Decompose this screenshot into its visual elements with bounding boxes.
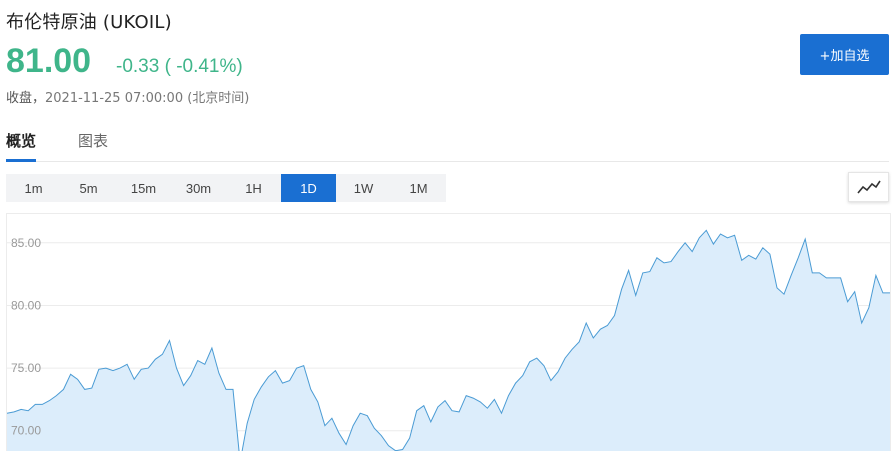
status-label: 收盘， [6, 91, 46, 106]
period-selector: 1m 5m 15m 30m 1H 1D 1W 1M [6, 174, 446, 202]
instrument-title: 布伦特原油 (UKOIL) [6, 12, 172, 33]
price-area [7, 230, 890, 451]
line-chart-icon [856, 180, 881, 194]
price-chart-svg: 85.00 80.00 75.00 70.00 [7, 229, 890, 451]
tab-bar: 概览 图表 [6, 130, 889, 162]
period-30m[interactable]: 30m [171, 174, 226, 202]
last-price: 81.00 [6, 42, 92, 80]
y-tick-label: 80.00 [11, 298, 41, 312]
y-tick-label: 85.00 [11, 236, 41, 250]
period-1d[interactable]: 1D [281, 174, 336, 202]
chart-type-button[interactable] [848, 172, 889, 202]
tab-chart[interactable]: 图表 [78, 130, 108, 159]
period-1w[interactable]: 1W [336, 174, 391, 202]
period-1m[interactable]: 1m [6, 174, 61, 202]
tab-overview[interactable]: 概览 [6, 130, 37, 162]
period-1mo[interactable]: 1M [391, 174, 446, 202]
period-5m[interactable]: 5m [61, 174, 116, 202]
y-tick-label: 75.00 [11, 361, 41, 375]
price-change: -0.33 ( -0.41%) [116, 56, 243, 77]
period-1h[interactable]: 1H [226, 174, 281, 202]
quote-timestamp: 2021-11-25 07:00:00 (北京时间) [45, 91, 250, 106]
market-status: 收盘，2021-11-25 07:00:00 (北京时间) [6, 87, 249, 106]
price-chart: 85.00 80.00 75.00 70.00 [6, 213, 891, 451]
period-15m[interactable]: 15m [116, 174, 171, 202]
add-watchlist-button[interactable]: +加自选 [800, 34, 889, 75]
y-tick-label: 70.00 [11, 424, 41, 438]
